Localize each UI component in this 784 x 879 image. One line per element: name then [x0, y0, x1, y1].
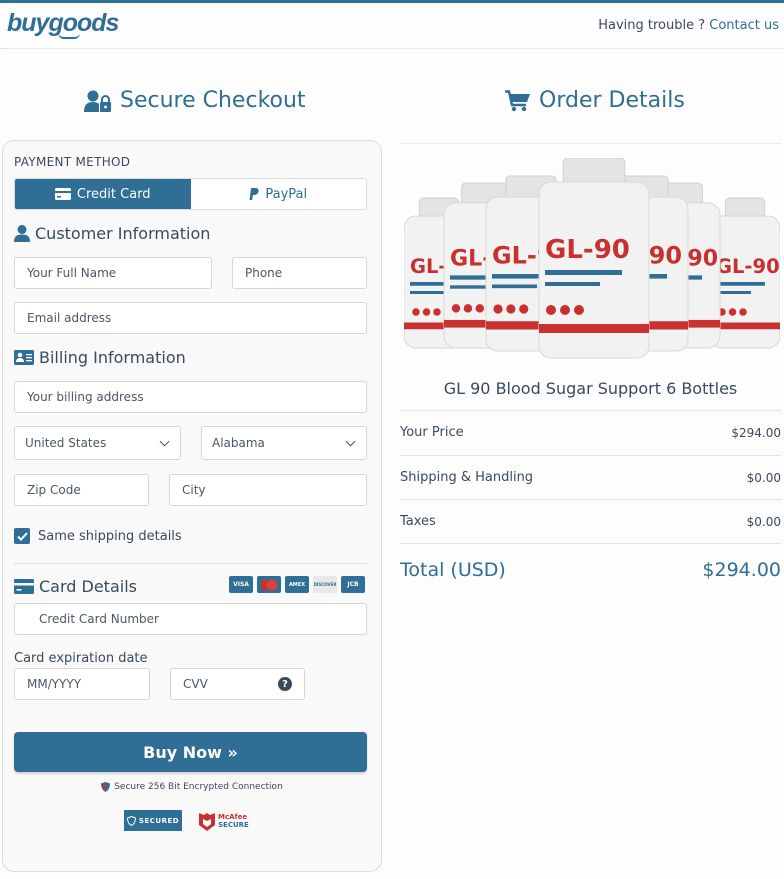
page-header: buygoods Having trouble ? Contact us: [0, 3, 784, 49]
payment-method-tabs: Credit Card PayPal: [14, 178, 367, 210]
shipping-label: Shipping & Handling: [400, 470, 534, 485]
accepted-cards: VISA AMEX DISCOVER JCB: [229, 576, 365, 593]
secure-checkout-heading: Secure Checkout: [84, 88, 306, 113]
expiration-field[interactable]: [14, 668, 150, 700]
mcafee-secure-text: SECURE: [218, 820, 249, 829]
mcafee-shield-icon: [199, 812, 215, 831]
security-badges: SECURED McAfee SECURE: [124, 810, 249, 831]
billing-address-field[interactable]: [14, 381, 367, 413]
price-row: Your Price $294.00: [400, 410, 781, 454]
shipping-row: Shipping & Handling $0.00: [400, 455, 781, 499]
billing-information-title: Billing Information: [39, 348, 186, 367]
shopping-cart-icon: [505, 89, 530, 111]
state-select[interactable]: Alabama: [201, 426, 367, 460]
city-field[interactable]: [169, 474, 367, 506]
shipping-value: $0.00: [746, 470, 781, 485]
section-divider: [14, 563, 367, 564]
billing-information-heading: Billing Information: [14, 348, 186, 367]
mastercard-logo-icon: [257, 576, 281, 593]
secured-badge: SECURED: [124, 810, 182, 831]
svg-text:GL-90: GL-90: [716, 255, 780, 278]
email-field[interactable]: [14, 302, 367, 334]
same-shipping-row[interactable]: Same shipping details: [14, 528, 182, 544]
tab-paypal[interactable]: PayPal: [190, 179, 366, 209]
total-label: Total (USD): [400, 558, 506, 581]
buy-now-button[interactable]: Buy Now »: [14, 732, 367, 772]
shield-icon: [126, 815, 136, 826]
order-details-heading: Order Details: [505, 88, 685, 113]
customer-information-title: Customer Information: [35, 224, 211, 243]
email-input[interactable]: [27, 303, 366, 333]
help-area: Having trouble ? Contact us: [598, 18, 779, 33]
zip-code-field[interactable]: [14, 474, 149, 506]
address-card-icon: [14, 350, 34, 365]
paypal-icon: [249, 188, 259, 200]
product-name: GL 90 Blood Sugar Support 6 Bottles: [443, 379, 738, 398]
visa-logo-icon: VISA: [229, 576, 253, 593]
cvv-field[interactable]: ?: [170, 668, 305, 700]
user-icon: [14, 225, 30, 242]
expiration-label: Card expiration date: [14, 651, 148, 666]
same-shipping-label: Same shipping details: [38, 528, 182, 544]
credit-card-icon: [14, 579, 34, 594]
mcafee-badge: McAfee SECURE: [199, 811, 249, 831]
order-details-title: Order Details: [539, 88, 685, 113]
country-select[interactable]: United States: [14, 426, 181, 460]
chevron-down-icon: [345, 436, 356, 446]
tab-paypal-label: PayPal: [265, 186, 308, 202]
product-bottle: GL-90: [538, 158, 650, 359]
order-divider: [400, 143, 781, 144]
user-lock-icon: [84, 90, 111, 112]
expiration-input[interactable]: [27, 669, 149, 699]
svg-text:GL-90: GL-90: [545, 235, 630, 265]
secure-checkout-title: Secure Checkout: [120, 88, 306, 113]
total-row: Total (USD) $294.00: [400, 543, 781, 595]
card-details-title: Card Details: [39, 577, 137, 596]
country-select-value: United States: [25, 436, 107, 450]
tab-credit-card[interactable]: Credit Card: [15, 179, 191, 209]
taxes-row: Taxes $0.00: [400, 499, 781, 543]
card-number-field[interactable]: [14, 603, 367, 635]
secured-badge-text: SECURED: [138, 816, 180, 825]
price-label: Your Price: [400, 425, 464, 440]
mcafee-text: McAfee: [218, 812, 248, 821]
discover-logo-icon: DISCOVER: [313, 576, 337, 593]
secure-connection-text: Secure 256 Bit Encrypted Connection: [114, 782, 283, 792]
customer-information-heading: Customer Information: [14, 224, 210, 243]
secure-connection-note: Secure 256 Bit Encrypted Connection: [0, 782, 384, 792]
tab-credit-card-label: Credit Card: [76, 186, 151, 202]
taxes-value: $0.00: [746, 514, 781, 529]
help-text: Having trouble ?: [598, 18, 706, 33]
jcb-logo-icon: JCB: [341, 576, 365, 593]
state-select-value: Alabama: [212, 436, 265, 450]
phone-field[interactable]: [232, 257, 367, 289]
city-input[interactable]: [182, 475, 366, 505]
card-number-input[interactable]: [39, 604, 366, 634]
full-name-field[interactable]: [14, 257, 212, 289]
credit-card-icon: [54, 188, 71, 200]
shield-icon: [101, 782, 111, 792]
phone-input[interactable]: [245, 258, 366, 288]
question-circle-icon[interactable]: ?: [278, 677, 292, 691]
amex-logo-icon: AMEX: [285, 576, 309, 593]
checkmark-icon: [16, 531, 28, 541]
billing-address-input[interactable]: [27, 382, 366, 412]
cvv-input[interactable]: [183, 669, 263, 699]
full-name-input[interactable]: [27, 258, 211, 288]
card-details-heading: Card Details: [14, 577, 137, 596]
taxes-label: Taxes: [400, 514, 436, 529]
total-value: $294.00: [702, 558, 781, 581]
chevron-down-icon: [159, 436, 170, 446]
payment-method-label: PAYMENT METHOD: [14, 155, 131, 169]
price-value: $294.00: [731, 425, 781, 440]
logo-smile-icon: [58, 33, 80, 39]
contact-us-link[interactable]: Contact us: [709, 18, 779, 33]
same-shipping-checkbox[interactable]: [14, 528, 30, 544]
product-image: GL-90GL-90GL-90GL-90GL-90GL-90GL-90: [404, 158, 780, 359]
zip-code-input[interactable]: [27, 475, 148, 505]
